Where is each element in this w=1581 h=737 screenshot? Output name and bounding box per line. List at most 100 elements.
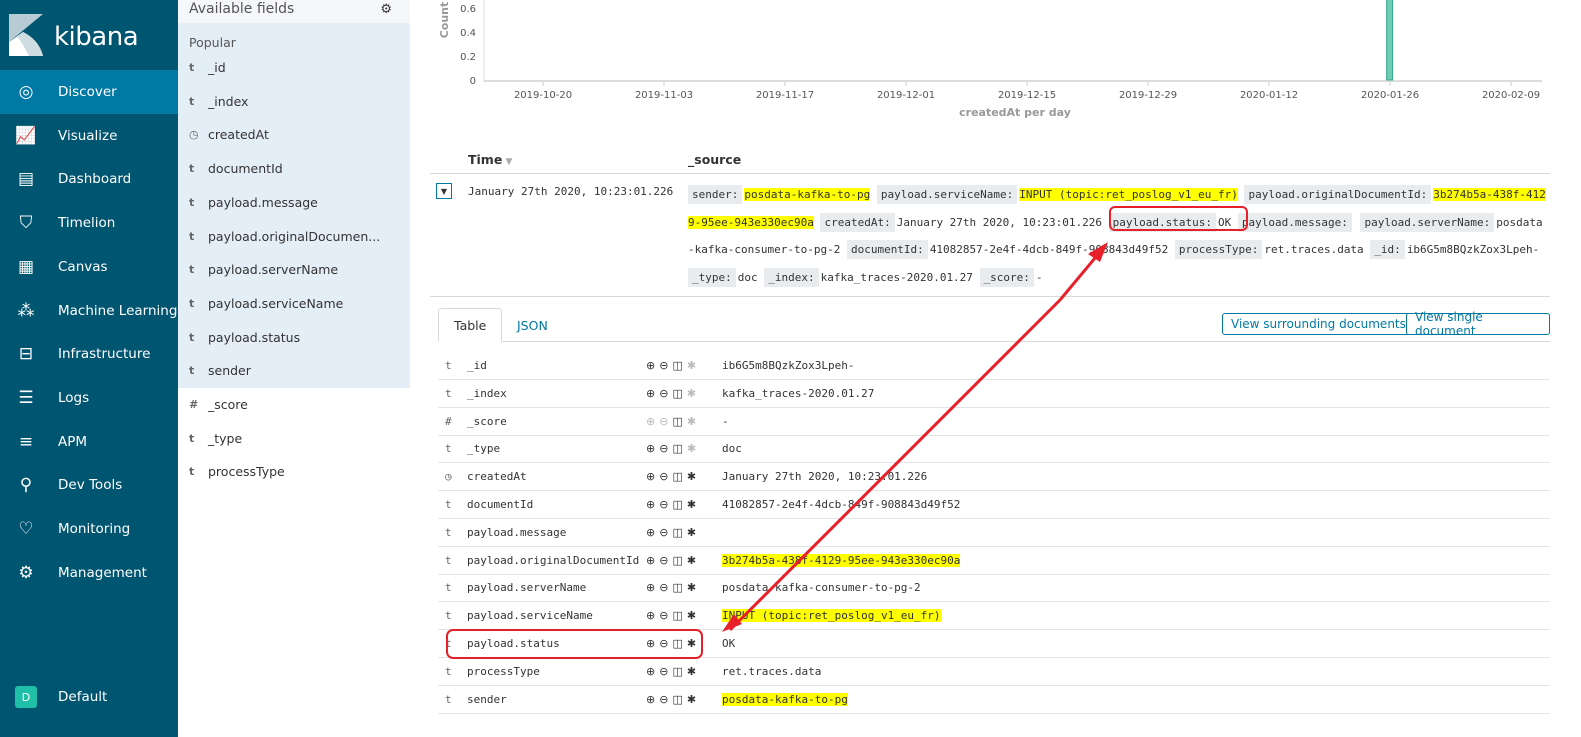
field-item[interactable]: t payload.serviceName [189, 296, 343, 311]
filter-out-value-icon[interactable]: ⊖ [659, 442, 668, 455]
filter-for-value-icon[interactable]: ⊕ [646, 637, 655, 650]
tab-table[interactable]: Table [438, 308, 503, 342]
filter-for-value-icon[interactable]: ⊕ [646, 581, 655, 594]
toggle-column-icon[interactable]: ◫ [672, 581, 682, 594]
filter-out-value-icon[interactable]: ⊖ [659, 526, 668, 539]
x-tick-label: 2020-01-26 [1361, 90, 1419, 101]
filter-exists-icon[interactable]: ✱ [687, 554, 696, 567]
sort-down-icon[interactable]: ▼ [502, 157, 512, 167]
filter-exists-icon[interactable]: ✱ [687, 609, 696, 622]
source-value: ib6G5m8BQzkZox3Lpeh- [1406, 243, 1540, 256]
filter-exists-icon[interactable]: ✱ [687, 415, 696, 428]
y-axis-label: Count [438, 2, 451, 39]
nav-item-dev-tools[interactable]: ⚲ Dev Tools [0, 463, 178, 507]
detail-row-documentId: t documentId ⊕ ⊖ ◫ ✱ 41082857-2e4f-4dcb-849… [438, 491, 1550, 519]
nav-item-visualize[interactable]: 📈 Visualize [0, 114, 178, 158]
view-single-document-button[interactable]: View single document [1406, 310, 1550, 338]
toggle-column-icon[interactable]: ◫ [672, 359, 682, 372]
field-item[interactable]: # _score [189, 397, 248, 412]
view-surrounding-documents-button[interactable]: View surrounding documents [1222, 313, 1415, 335]
toggle-column-icon[interactable]: ◫ [672, 554, 682, 567]
field-item[interactable]: t _type [189, 431, 242, 446]
toggle-column-icon[interactable]: ◫ [672, 693, 682, 706]
filter-out-value-icon[interactable]: ⊖ [659, 581, 668, 594]
filter-exists-icon[interactable]: ✱ [687, 526, 696, 539]
field-item[interactable]: t payload.status [189, 330, 300, 345]
source-value: posdata-kafka-to-pg [744, 188, 871, 201]
space-selector[interactable]: D Default [0, 675, 178, 719]
field-item[interactable]: t _index [189, 94, 248, 109]
filter-for-value-icon[interactable]: ⊕ [646, 442, 655, 455]
toggle-column-icon[interactable]: ◫ [672, 442, 682, 455]
filter-out-value-icon[interactable]: ⊖ [659, 470, 668, 483]
filter-for-value-icon[interactable]: ⊕ [646, 693, 655, 706]
filter-exists-icon[interactable]: ✱ [687, 442, 696, 455]
filter-for-value-icon[interactable]: ⊕ [646, 526, 655, 539]
expand-toggle-icon[interactable]: ▼ [436, 183, 452, 199]
field-value: 41082857-2e4f-4dcb-849f-908843d49f52 [722, 498, 961, 511]
filter-out-value-icon[interactable]: ⊖ [659, 693, 668, 706]
field-item[interactable]: t payload.serverName [189, 262, 338, 277]
toggle-column-icon[interactable]: ◫ [672, 665, 682, 678]
toggle-column-icon[interactable]: ◫ [672, 526, 682, 539]
filter-exists-icon[interactable]: ✱ [687, 498, 696, 511]
nav-item-canvas[interactable]: ▦ Canvas [0, 245, 178, 289]
nav-item-logs[interactable]: ☰ Logs [0, 376, 178, 420]
filter-for-value-icon[interactable]: ⊕ [646, 498, 655, 511]
source-key: documentId: [846, 240, 928, 259]
filter-exists-icon[interactable]: ✱ [687, 665, 696, 678]
tab-json[interactable]: JSON [502, 308, 563, 342]
toggle-column-icon[interactable]: ◫ [672, 609, 682, 622]
nav-item-monitoring[interactable]: ♡ Monitoring [0, 507, 178, 551]
filter-for-value-icon[interactable]: ⊕ [646, 609, 655, 622]
nav-item-infrastructure[interactable]: ⊟ Infrastructure [0, 332, 178, 376]
filter-exists-icon[interactable]: ✱ [687, 359, 696, 372]
nav-item-management[interactable]: ⚙ Management [0, 551, 178, 595]
filter-out-value-icon[interactable]: ⊖ [659, 387, 668, 400]
field-item[interactable]: t processType [189, 464, 285, 479]
nav-item-machine-learning[interactable]: ⁂ Machine Learning [0, 289, 178, 333]
gear-icon[interactable]: ⚙ [380, 2, 392, 17]
field-name: payload.message [208, 194, 318, 210]
time-column-header[interactable]: Time ▼ [468, 152, 512, 167]
filter-out-value-icon[interactable]: ⊖ [659, 637, 668, 650]
nav-item-discover[interactable]: ◎ Discover [0, 70, 178, 114]
field-item[interactable]: t payload.originalDocumen... [189, 229, 380, 244]
filter-exists-icon[interactable]: ✱ [687, 581, 696, 594]
filter-for-value-icon[interactable]: ⊕ [646, 470, 655, 483]
source-key: _score: [979, 267, 1034, 287]
filter-out-value-icon[interactable]: ⊖ [659, 665, 668, 678]
field-item[interactable]: t sender [189, 363, 251, 378]
field-item[interactable]: ◷ createdAt [189, 127, 269, 142]
string-type-icon: t [189, 162, 195, 176]
filter-for-value-icon[interactable]: ⊕ [646, 387, 655, 400]
filter-exists-icon[interactable]: ✱ [687, 693, 696, 706]
toggle-column-icon[interactable]: ◫ [672, 387, 682, 400]
nav-item-dashboard[interactable]: ▤ Dashboard [0, 157, 178, 201]
filter-for-value-icon[interactable]: ⊕ [646, 554, 655, 567]
nav-label: Logs [58, 389, 90, 406]
filter-out-value-icon[interactable]: ⊖ [659, 554, 668, 567]
filter-exists-icon[interactable]: ✱ [687, 470, 696, 483]
string-type-icon: t [445, 359, 452, 372]
filter-out-value-icon[interactable]: ⊖ [659, 498, 668, 511]
field-item[interactable]: t _id [189, 60, 226, 75]
toggle-column-icon[interactable]: ◫ [672, 637, 682, 650]
nav-item-apm[interactable]: ≡ APM [0, 420, 178, 464]
filter-exists-icon[interactable]: ✱ [687, 637, 696, 650]
filter-for-value-icon[interactable]: ⊕ [646, 359, 655, 372]
toggle-column-icon[interactable]: ◫ [672, 415, 682, 428]
field-item[interactable]: t payload.message [189, 195, 318, 210]
toggle-column-icon[interactable]: ◫ [672, 470, 682, 483]
nav-label: Visualize [58, 127, 118, 144]
nav-item-timelion[interactable]: ⛉ Timelion [0, 201, 178, 245]
filter-out-value-icon[interactable]: ⊖ [659, 415, 668, 428]
field-item[interactable]: t documentId [189, 161, 283, 176]
filter-out-value-icon[interactable]: ⊖ [659, 609, 668, 622]
toggle-column-icon[interactable]: ◫ [672, 498, 682, 511]
filter-for-value-icon[interactable]: ⊕ [646, 415, 655, 428]
field-value: January 27th 2020, 10:23:01.226 [722, 470, 928, 484]
filter-out-value-icon[interactable]: ⊖ [659, 359, 668, 372]
filter-exists-icon[interactable]: ✱ [687, 387, 696, 400]
filter-for-value-icon[interactable]: ⊕ [646, 665, 655, 678]
